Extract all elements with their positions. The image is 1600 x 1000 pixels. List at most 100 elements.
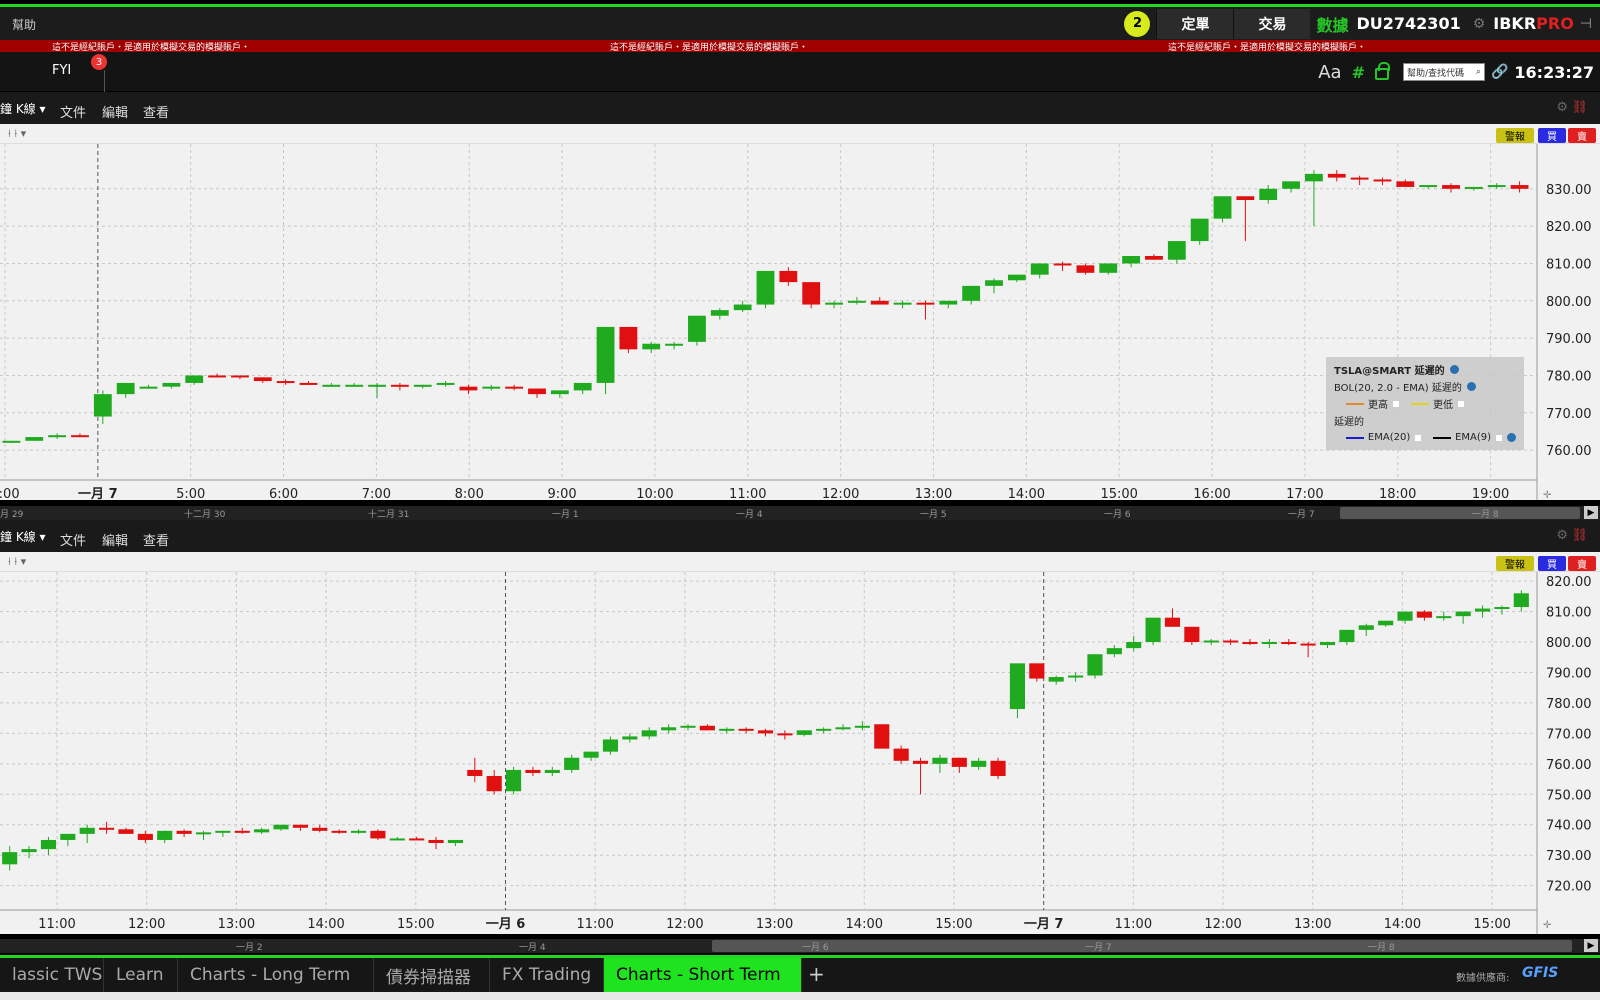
candle-body[interactable] <box>1068 675 1084 678</box>
bar-size-dropdown[interactable]: 鐘 K線 ▾ <box>0 100 46 117</box>
gear-icon[interactable]: ⚙ <box>1556 528 1568 543</box>
candle-body[interactable] <box>777 733 793 736</box>
candle-body[interactable] <box>195 832 212 835</box>
checkbox[interactable] <box>1393 400 1399 407</box>
checkbox[interactable] <box>1458 400 1464 407</box>
candle-body[interactable] <box>573 382 592 391</box>
candle-body[interactable] <box>932 757 948 764</box>
pin-icon[interactable]: ⊣ <box>1580 16 1592 32</box>
add-tab-button[interactable]: + <box>808 962 825 986</box>
candle-body[interactable] <box>273 824 289 830</box>
candle-body[interactable] <box>413 384 432 387</box>
menu-file[interactable]: 文件 <box>60 102 86 121</box>
candle-body[interactable] <box>1373 179 1392 182</box>
time-overview-1[interactable]: ▶ 月 29 十二月 30 十二月 31 一月 1 一月 4 一月 5 一月 6 一月 7 一月… <box>0 506 1600 520</box>
chart-area-2[interactable]: 820.00 810.00 800.00 790.00 780.00 770.00 760.… <box>0 572 1600 934</box>
candle-body[interactable] <box>1305 173 1323 182</box>
candle-body[interactable] <box>1145 256 1163 260</box>
candle-body[interactable] <box>564 757 580 770</box>
layout-tab[interactable]: 債券掃描器 <box>374 958 490 992</box>
candle-body[interactable] <box>1513 593 1529 608</box>
candle-body[interactable] <box>854 725 870 728</box>
candle-body[interactable] <box>1358 625 1374 630</box>
candle-body[interactable] <box>1474 608 1491 612</box>
candle-body[interactable] <box>641 730 657 737</box>
layout-tab[interactable]: Charts - Long Term <box>178 958 374 992</box>
candle-body[interactable] <box>467 769 483 777</box>
candle-body[interactable] <box>1242 642 1258 645</box>
candle-body[interactable] <box>389 838 405 841</box>
checkbox[interactable] <box>1415 434 1422 441</box>
candle-body[interactable] <box>157 830 173 840</box>
candle-body[interactable] <box>370 830 386 839</box>
candle-body[interactable] <box>137 833 153 840</box>
alert-button[interactable]: 警報 <box>1496 556 1534 571</box>
menu-view[interactable]: 查看 <box>143 530 169 549</box>
candle-body[interactable] <box>688 315 706 342</box>
candle-body[interactable] <box>331 830 347 833</box>
candle-body[interactable] <box>699 725 715 731</box>
gear-icon[interactable]: ⚙ <box>1556 100 1568 115</box>
candlestick-chart-2[interactable]: 820.00 810.00 800.00 790.00 780.00 770.00 760.… <box>0 572 1600 934</box>
bar-size-dropdown[interactable]: 鐘 K線 ▾ <box>0 528 46 545</box>
candle-body[interactable] <box>1236 196 1255 200</box>
candle-body[interactable] <box>505 386 524 389</box>
candle-body[interactable] <box>1053 263 1072 266</box>
candle-body[interactable] <box>710 310 729 316</box>
link-icon[interactable]: ⛓ <box>1571 528 1588 543</box>
candle-body[interactable] <box>99 827 115 830</box>
candle-body[interactable] <box>176 830 192 834</box>
candle-body[interactable] <box>874 724 890 749</box>
candle-body[interactable] <box>60 833 76 840</box>
candle-body[interactable] <box>1203 640 1219 643</box>
font-size-toggle[interactable]: Aa <box>1318 62 1341 83</box>
candle-body[interactable] <box>1261 642 1277 645</box>
candle-body[interactable] <box>118 829 134 834</box>
eye-icon[interactable] <box>1507 433 1516 442</box>
candle-body[interactable] <box>231 375 249 378</box>
candle-body[interactable] <box>1030 263 1049 275</box>
order-count-badge[interactable]: 2 <box>1124 10 1151 37</box>
lock-icon[interactable] <box>1374 62 1390 80</box>
candle-body[interactable] <box>350 830 367 833</box>
candle-body[interactable] <box>1397 611 1413 621</box>
candle-body[interactable] <box>1487 185 1506 188</box>
candle-body[interactable] <box>2 852 18 865</box>
candle-body[interactable] <box>962 285 981 301</box>
candle-body[interactable] <box>506 769 522 792</box>
candle-body[interactable] <box>409 838 425 841</box>
candle-body[interactable] <box>796 730 812 735</box>
candle-body[interactable] <box>665 343 684 346</box>
candle-body[interactable] <box>528 388 546 395</box>
candle-body[interactable] <box>1436 616 1452 619</box>
candle-body[interactable] <box>1099 263 1118 273</box>
candle-body[interactable] <box>1396 181 1415 187</box>
candle-body[interactable] <box>436 382 455 385</box>
candle-body[interactable] <box>893 748 909 761</box>
candle-body[interactable] <box>870 300 889 305</box>
crosshair-icon[interactable]: ⟊ ⟊ ▾ <box>8 555 26 569</box>
menu-edit[interactable]: 編輯 <box>102 530 128 549</box>
candle-body[interactable] <box>661 727 677 731</box>
candle-body[interactable] <box>733 304 752 311</box>
trade-button[interactable]: 交易 <box>1233 8 1311 39</box>
candle-body[interactable] <box>48 435 67 438</box>
candle-body[interactable] <box>912 760 929 764</box>
settings-icon[interactable]: ⚙ <box>1473 16 1486 32</box>
candle-body[interactable] <box>1319 642 1336 646</box>
candle-body[interactable] <box>1259 188 1278 200</box>
menu-edit[interactable]: 編輯 <box>102 102 128 121</box>
candle-body[interactable] <box>1416 611 1432 618</box>
candle-body[interactable] <box>299 382 318 385</box>
candle-body[interactable] <box>622 736 638 740</box>
search-input[interactable]: 幫助/查找代碼 ⌕ <box>1402 63 1485 81</box>
candle-body[interactable] <box>234 830 250 833</box>
data-label[interactable]: 數據 <box>1316 12 1348 36</box>
candle-body[interactable] <box>847 300 866 303</box>
candle-body[interactable] <box>292 824 308 828</box>
candle-body[interactable] <box>276 381 295 384</box>
candle-body[interactable] <box>254 829 270 833</box>
candle-body[interactable] <box>1184 626 1200 643</box>
candle-body[interactable] <box>951 757 967 767</box>
candle-body[interactable] <box>1106 648 1122 655</box>
